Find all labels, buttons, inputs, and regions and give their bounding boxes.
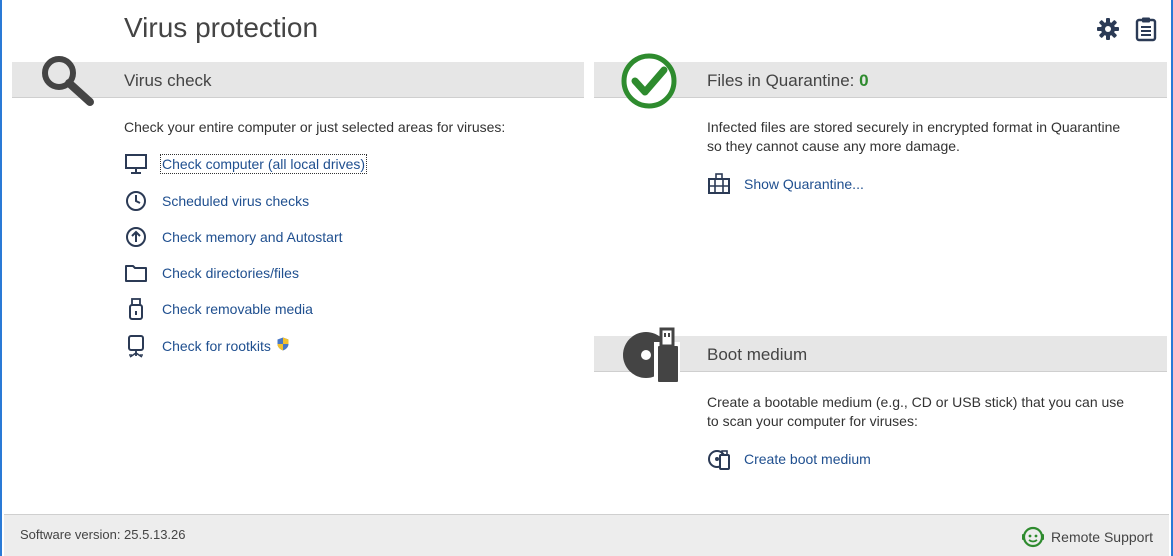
virus-check-header: Virus check	[12, 62, 584, 98]
check-memory-link[interactable]: Check memory and Autostart	[124, 225, 343, 249]
quarantine-header: Files in Quarantine: 0	[594, 62, 1167, 98]
quarantine-description-line2: so they cannot cause any more damage.	[707, 138, 960, 154]
page-title: Virus protection	[124, 12, 319, 43]
show-quarantine-link[interactable]: Show Quarantine...	[707, 172, 864, 196]
check-computer-link[interactable]: Check computer (all local drives)	[124, 152, 368, 176]
virus-check-description: Check your entire computer or just selec…	[124, 119, 506, 135]
show-quarantine-label: Show Quarantine...	[744, 176, 864, 192]
remote-support-button[interactable]: Remote Support	[1021, 525, 1153, 549]
check-computer-label: Check computer (all local drives)	[159, 154, 368, 174]
check-directories-link[interactable]: Check directories/files	[124, 261, 299, 285]
quarantine-icon	[707, 172, 731, 196]
check-directories-label: Check directories/files	[162, 265, 299, 281]
boot-medium-description-line1: Create a bootable medium (e.g., CD or US…	[707, 394, 1125, 410]
rootkit-icon	[124, 334, 148, 358]
create-boot-medium-label: Create boot medium	[744, 451, 871, 467]
boot-medium-title: Boot medium	[707, 345, 808, 364]
quarantine-description: Infected files are stored securely in en…	[707, 118, 1120, 156]
check-memory-label: Check memory and Autostart	[162, 229, 343, 245]
check-removable-label: Check removable media	[162, 301, 313, 317]
gear-icon[interactable]	[1095, 16, 1121, 42]
status-footer: Software version: 25.5.13.26 Remote Supp…	[4, 514, 1169, 556]
toolbar	[1095, 16, 1159, 42]
usb-stick-icon	[124, 297, 148, 321]
folder-icon	[124, 261, 148, 285]
quarantine-count: 0	[859, 71, 869, 90]
uac-shield-icon	[277, 337, 289, 356]
create-boot-icon	[707, 447, 731, 471]
virus-check-title: Virus check	[124, 71, 212, 90]
software-version: Software version: 25.5.13.26	[20, 527, 186, 542]
clipboard-icon[interactable]	[1133, 16, 1159, 42]
boot-medium-description-line2: to scan your computer for viruses:	[707, 413, 918, 429]
magnifier-icon	[40, 54, 96, 113]
scheduled-checks-link[interactable]: Scheduled virus checks	[124, 189, 309, 213]
app-window: Virus protection Virus check Check your …	[0, 0, 1173, 556]
monitor-icon	[124, 152, 148, 176]
quarantine-title: Files in Quarantine: 0	[707, 71, 869, 91]
checkmark-circle-icon	[620, 52, 678, 115]
quarantine-title-text: Files in Quarantine:	[707, 71, 860, 90]
arrow-up-circle-icon	[124, 225, 148, 249]
quarantine-description-line1: Infected files are stored securely in en…	[707, 119, 1121, 135]
create-boot-medium-link[interactable]: Create boot medium	[707, 447, 871, 471]
clock-icon	[124, 189, 148, 213]
check-rootkits-label: Check for rootkits	[162, 338, 271, 354]
remote-support-label: Remote Support	[1051, 529, 1153, 545]
check-removable-link[interactable]: Check removable media	[124, 297, 313, 321]
boot-medium-description: Create a bootable medium (e.g., CD or US…	[707, 393, 1124, 431]
boot-medium-icon	[622, 326, 682, 389]
headset-icon	[1021, 525, 1045, 549]
check-rootkits-link[interactable]: Check for rootkits	[124, 334, 289, 358]
scheduled-checks-label: Scheduled virus checks	[162, 193, 310, 209]
